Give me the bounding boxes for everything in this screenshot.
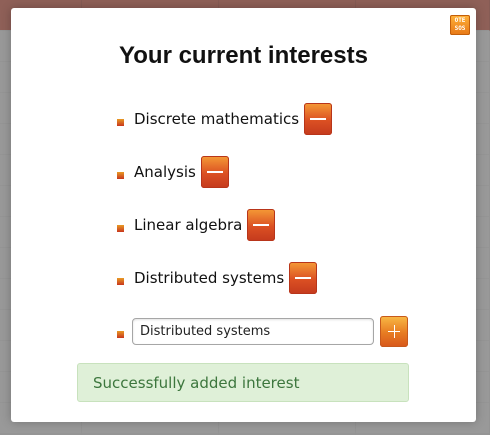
bullet-icon bbox=[117, 118, 124, 126]
remove-interest-button[interactable] bbox=[304, 103, 333, 135]
success-message: Successfully added interest bbox=[93, 373, 300, 392]
add-interest-row bbox=[117, 314, 457, 348]
bullet-icon bbox=[117, 224, 124, 232]
bullet-icon bbox=[117, 330, 124, 338]
interest-item-discrete-mathematics: Discrete mathematics bbox=[117, 102, 457, 136]
interests-modal: OTE SOS Your current interests Discrete … bbox=[11, 8, 476, 422]
modal-title: Your current interests bbox=[119, 42, 368, 69]
remove-interest-button[interactable] bbox=[200, 156, 229, 188]
interest-label: Distributed systems bbox=[134, 269, 285, 287]
interest-label: Linear algebra bbox=[134, 216, 243, 234]
minus-icon bbox=[206, 171, 223, 173]
remove-interest-button[interactable] bbox=[289, 262, 318, 294]
minus-icon bbox=[295, 277, 312, 279]
plus-icon bbox=[394, 324, 395, 338]
interest-list: Discrete mathematics Analysis Linear alg… bbox=[117, 102, 457, 367]
minus-icon bbox=[253, 224, 270, 226]
bullet-icon bbox=[117, 277, 124, 285]
success-alert: Successfully added interest bbox=[77, 363, 409, 402]
add-interest-button[interactable] bbox=[380, 315, 408, 347]
interest-label: Discrete mathematics bbox=[134, 110, 300, 128]
close-button[interactable]: OTE SOS bbox=[450, 15, 470, 35]
interest-item-analysis: Analysis bbox=[117, 155, 457, 189]
close-icon: OTE SOS bbox=[454, 17, 466, 32]
interest-item-linear-algebra: Linear algebra bbox=[117, 208, 457, 242]
minus-icon bbox=[310, 118, 327, 120]
bullet-icon bbox=[117, 171, 124, 179]
interest-label: Analysis bbox=[134, 163, 196, 181]
interest-item-distributed-systems: Distributed systems bbox=[117, 261, 457, 295]
interest-input[interactable] bbox=[132, 317, 374, 345]
remove-interest-button[interactable] bbox=[247, 209, 276, 241]
